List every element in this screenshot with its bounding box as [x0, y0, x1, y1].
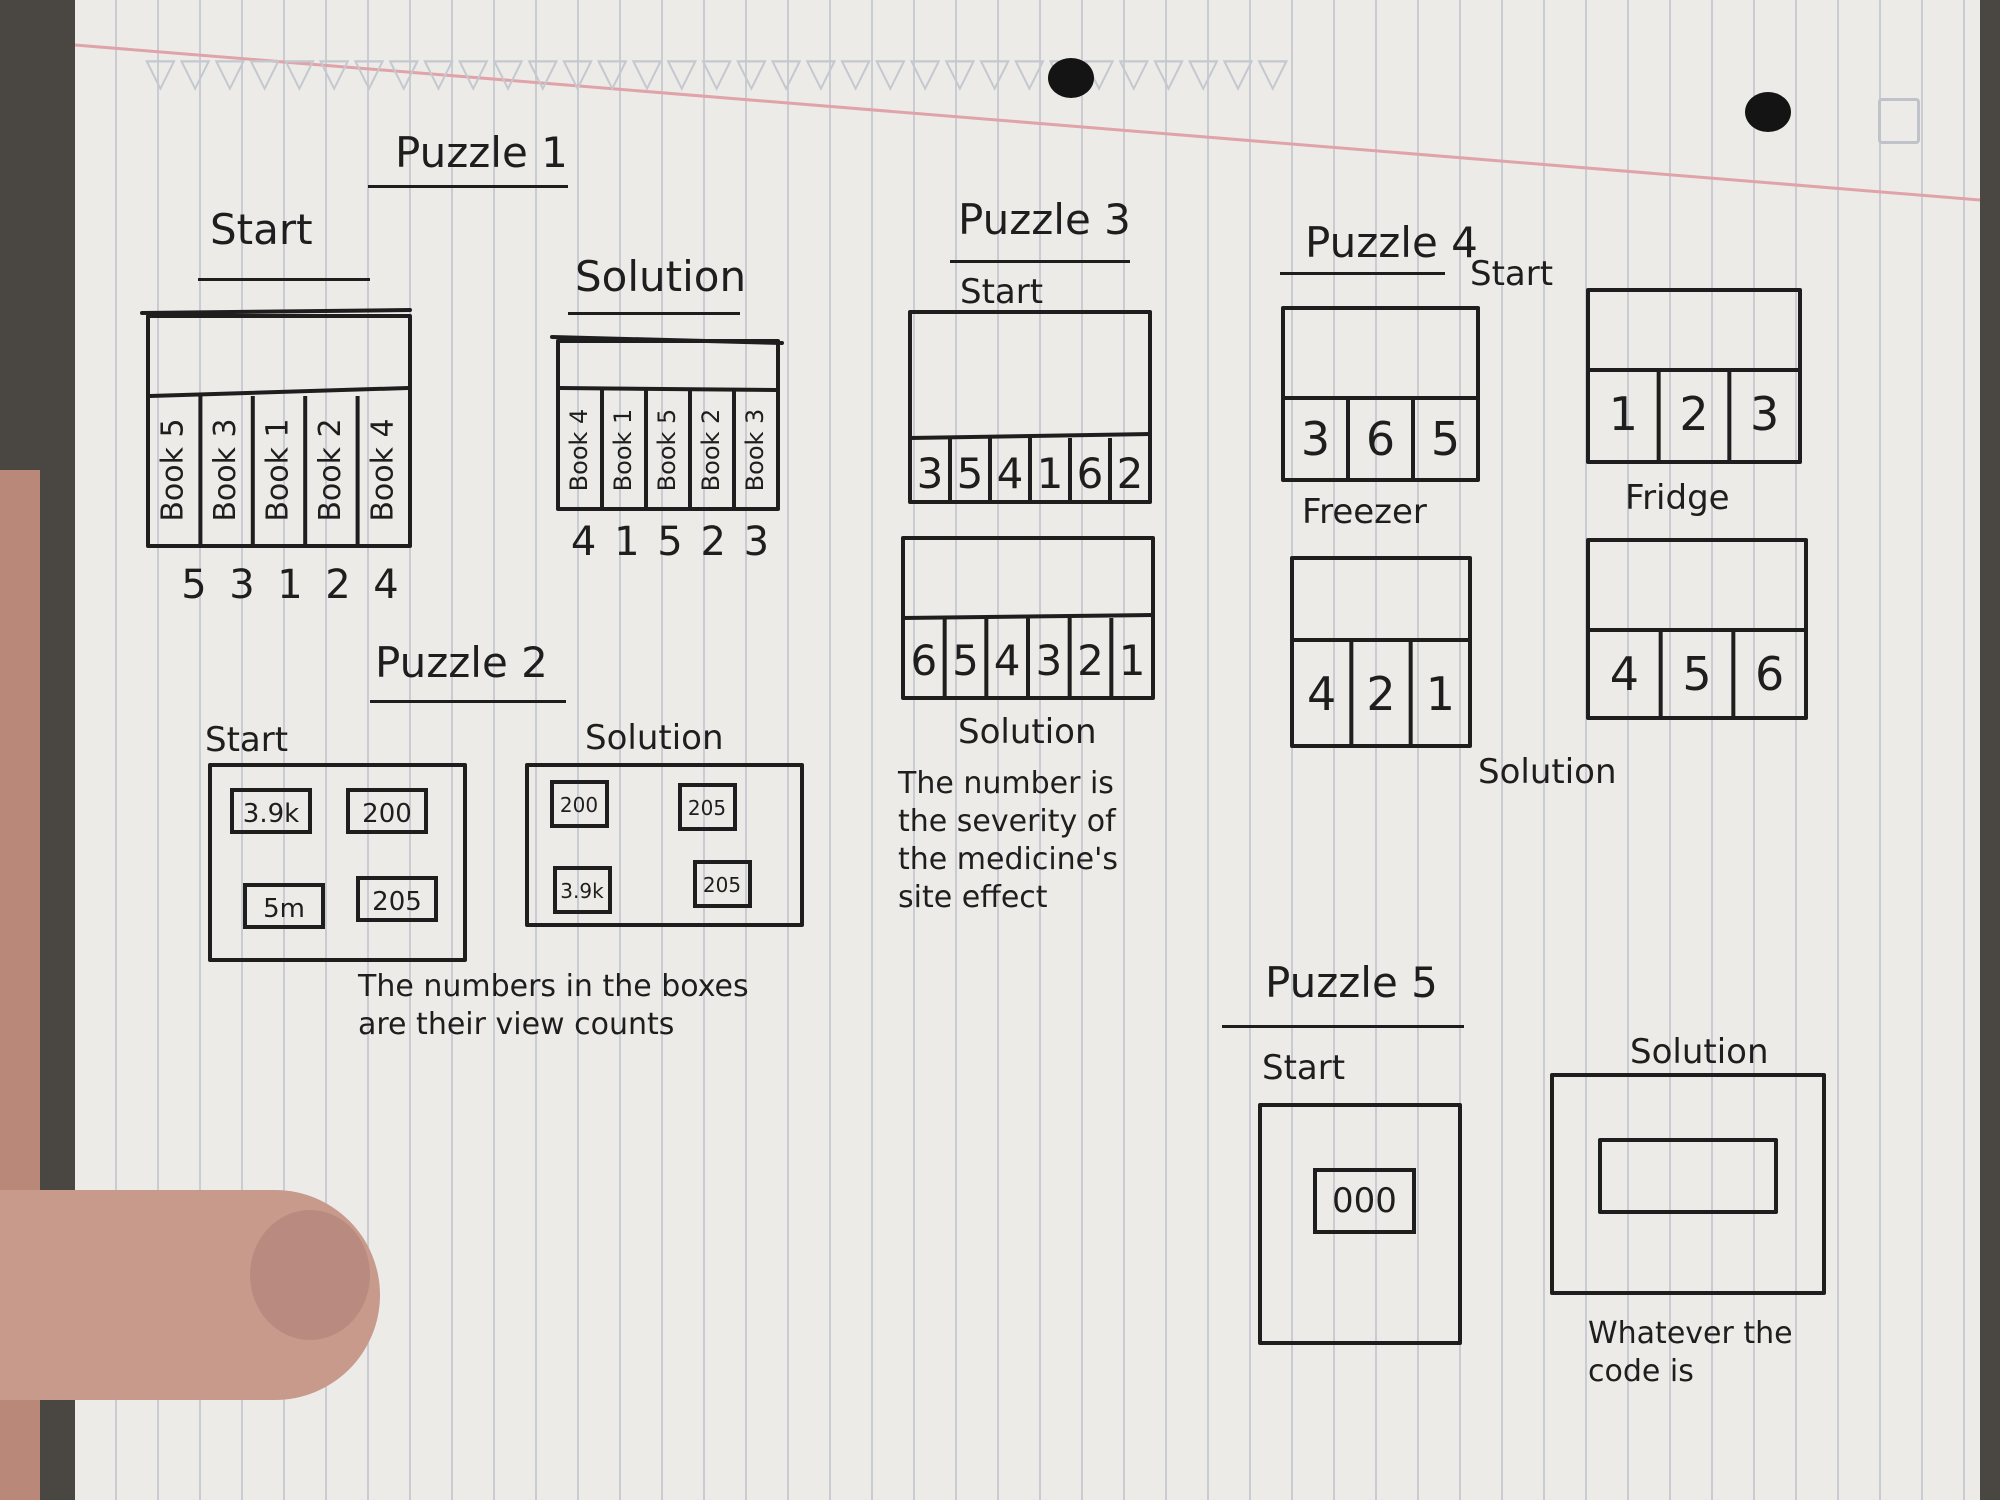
- p4-freezer-solution-cell: 2: [1366, 667, 1395, 721]
- p3-solution-cell: 1: [1119, 636, 1146, 685]
- p2-solution-box-value: 3.9k: [560, 879, 604, 903]
- puzzle5-note: Whatever the code is: [1588, 1316, 1793, 1389]
- p1-solution-book: Book 1: [609, 409, 637, 492]
- p1-solution-book: Book 4: [565, 409, 593, 492]
- p1-start-book: Book 2: [313, 418, 348, 521]
- p2-solution-box-value: 200: [560, 793, 598, 817]
- p4-fridge-solution-cell: 4: [1610, 647, 1639, 701]
- puzzle4-fridge-label: Fridge: [1625, 478, 1730, 518]
- p1-start-number: 3: [229, 562, 254, 608]
- p3-solution-cell: 5: [952, 636, 979, 685]
- p3-start-cell: 1: [1037, 449, 1064, 498]
- puzzle3-title: Puzzle 3: [958, 195, 1131, 244]
- puzzle4-freezer-label: Freezer: [1302, 492, 1427, 532]
- p1-start-book: Book 3: [208, 418, 243, 521]
- puzzle4-title: Puzzle 4: [1305, 218, 1478, 267]
- puzzle4-solution-label: Solution: [1478, 752, 1617, 792]
- puzzle2-start-label: Start: [205, 720, 289, 760]
- p3-start-cell: 5: [957, 449, 984, 498]
- puzzle4-title-underline: [1280, 272, 1445, 275]
- puzzle1-start-underline: [198, 278, 370, 281]
- p4-fridge-start-cell: 3: [1750, 387, 1779, 441]
- p1-solution-number: 2: [700, 519, 725, 565]
- puzzle2-title: Puzzle 2: [375, 638, 548, 687]
- puzzle1-solution-label: Solution: [575, 252, 747, 301]
- p4-fridge-solution-cell: 6: [1755, 647, 1784, 701]
- p1-solution-book: Book 3: [741, 409, 769, 492]
- p2-solution-box-value: 205: [688, 796, 726, 820]
- puzzle5-title: Puzzle 5: [1265, 958, 1438, 1007]
- puzzle1-title-underline: [368, 185, 568, 188]
- p1-start-book: Book 4: [365, 418, 400, 521]
- p3-solution-cell: 6: [910, 636, 937, 685]
- p3-start-cell: 2: [1117, 449, 1144, 498]
- puzzle2-solution-label: Solution: [585, 718, 724, 758]
- puzzle2-title-underline: [370, 700, 566, 703]
- puzzle5-title-underline: [1222, 1025, 1464, 1028]
- p4-freezer-start-cell: 6: [1366, 412, 1395, 466]
- p3-solution-shelf-line: [902, 613, 1154, 620]
- p2-start-box-value: 5m: [263, 894, 305, 924]
- p4-fridge-solution-cell: 5: [1682, 647, 1711, 701]
- puzzle3-title-underline: [950, 260, 1130, 263]
- p5-solution-frame: [1550, 1073, 1826, 1295]
- p1-start-number: 5: [181, 562, 206, 608]
- puzzle3-start-label: Start: [960, 272, 1044, 312]
- p4-fridge-start-cell: 1: [1609, 387, 1638, 441]
- p3-start-cell: 3: [917, 449, 944, 498]
- p3-solution-cell: 4: [994, 636, 1021, 685]
- p3-start-cell: 6: [1077, 449, 1104, 498]
- p3-solution-cell: 3: [1035, 636, 1062, 685]
- p4-fridge-start-cell: 2: [1679, 387, 1708, 441]
- p1-solution-book: Book 2: [697, 409, 725, 492]
- p1-solution-book: Book 5: [653, 409, 681, 492]
- puzzle1-title: Puzzle 1: [395, 128, 568, 177]
- puzzle1-solution-underline: [568, 312, 740, 315]
- p2-solution-box-value: 205: [703, 873, 741, 897]
- p2-start-box-value: 200: [362, 799, 412, 829]
- p4-freezer-start-cell: 5: [1431, 412, 1460, 466]
- p5-empty-code-box: [1598, 1138, 1778, 1214]
- p2-start-box-value: 205: [372, 887, 422, 917]
- puzzle4-start-label: Start: [1470, 254, 1554, 294]
- p2-start-box-value: 3.9k: [243, 799, 299, 829]
- p4-freezer-solution-cell: 4: [1307, 667, 1336, 721]
- p3-start-cell: 4: [997, 449, 1024, 498]
- puzzle3-note: The number is the severity of the medici…: [898, 766, 1119, 915]
- p3-start-shelf-line: [909, 432, 1151, 440]
- p1-start-number: 1: [277, 562, 302, 608]
- puzzle1-start-label: Start: [210, 205, 313, 254]
- p1-solution-number: 5: [657, 519, 682, 565]
- p1-start-number: 2: [325, 562, 350, 608]
- p3-solution-cell: 2: [1077, 636, 1104, 685]
- p1-start-book: Book 1: [261, 418, 296, 521]
- puzzle3-solution-label: Solution: [958, 712, 1097, 752]
- p4-freezer-solution-cell: 1: [1426, 667, 1455, 721]
- puzzle5-start-label: Start: [1262, 1048, 1346, 1088]
- puzzle5-code-box: 000: [1313, 1168, 1416, 1234]
- p1-start-book: Book 5: [156, 418, 191, 521]
- p1-solution-number: 1: [614, 519, 639, 565]
- puzzle2-note: The numbers in the boxes are their view …: [358, 969, 749, 1042]
- p4-freezer-start-cell: 3: [1301, 412, 1330, 466]
- puzzle5-solution-label: Solution: [1630, 1032, 1769, 1072]
- p1-solution-number: 4: [571, 519, 596, 565]
- p1-solution-number: 3: [744, 519, 769, 565]
- p1-start-number: 4: [373, 562, 398, 608]
